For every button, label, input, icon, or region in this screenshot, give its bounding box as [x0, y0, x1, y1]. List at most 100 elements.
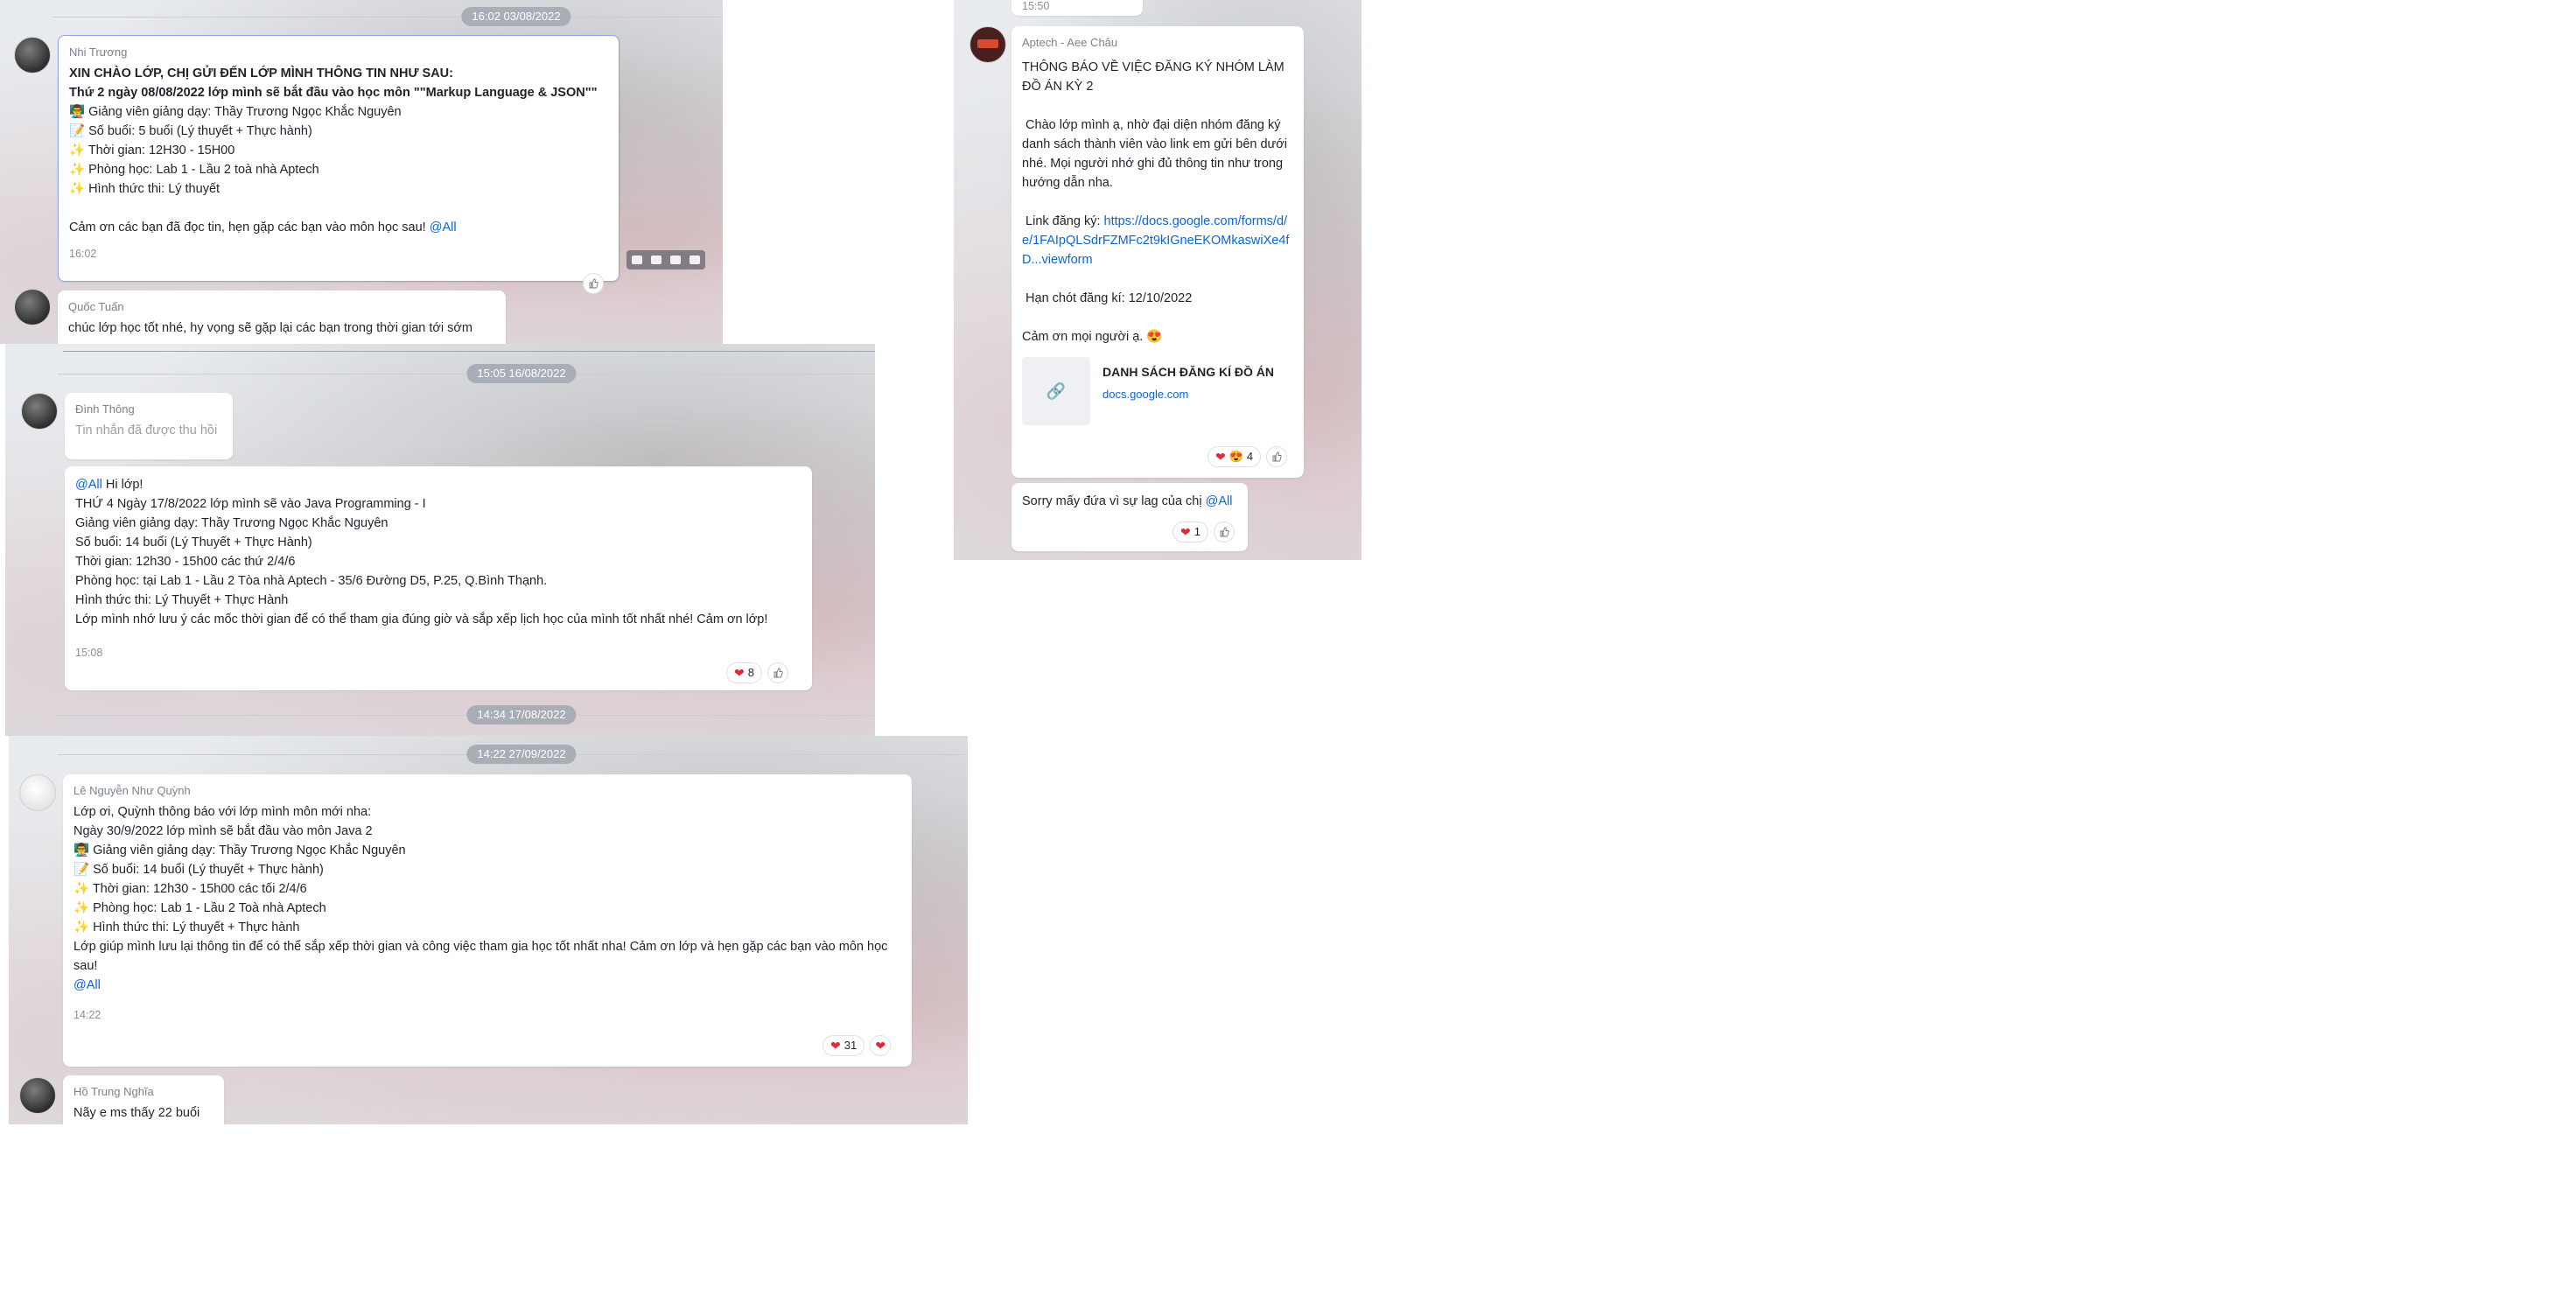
avatar[interactable]: [19, 774, 56, 811]
message-text: chúc lớp học tốt nhé, hy vọng sẽ gặp lại…: [68, 321, 473, 335]
message-bubble[interactable]: Quốc Tuấn chúc lớp học tốt nhé, hy vọng …: [58, 290, 506, 344]
avatar[interactable]: [970, 26, 1006, 63]
message-line: Lớp mình nhớ lưu ý các mốc thời gian để …: [75, 612, 768, 626]
reaction-count: 4: [1246, 450, 1254, 463]
message-line: ✨ Phòng học: Lab 1 - Lầu 2 toà nhà Aptec…: [69, 163, 319, 177]
message-text: Sorry mấy đứa vì sự lag của chị @All: [1022, 494, 1233, 508]
message-line: 📝 Số buổi: 5 buổi (Lý thuyết + Thực hành…: [69, 124, 312, 138]
sender-name[interactable]: Lê Nguyễn Như Quỳnh: [74, 783, 901, 799]
reaction-bar: ❤ 8: [726, 662, 788, 683]
message-line: ✨ Thời gian: 12h30 - 15h00 các tối 2/4/6: [74, 882, 307, 896]
message-line: THỨ 4 Ngày 17/8/2022 lớp mình sẽ vào Jav…: [75, 497, 426, 511]
date-stamp: 14:34 17/08/2022: [466, 705, 577, 724]
mention-all[interactable]: @All: [430, 220, 457, 234]
quote-icon[interactable]: [632, 256, 642, 264]
sender-name[interactable]: Aptech - Aee Châu: [1022, 35, 1293, 51]
message-bubble[interactable]: Nhi Trương XIN CHÀO LỚP, CHỊ GỬI ĐẾN LỚP…: [58, 35, 620, 282]
sender-name[interactable]: Nhi Trương: [69, 45, 608, 60]
reaction-summary[interactable]: ❤ 1: [1172, 522, 1208, 542]
like-button[interactable]: [583, 273, 604, 294]
heart-icon: ❤: [1215, 450, 1226, 464]
selection-border: [63, 351, 875, 352]
message-line: Lớp giúp mình lưu lại thông tin để có th…: [74, 940, 892, 973]
date-divider: [52, 17, 723, 18]
message-line: ✨ Phòng học: Lab 1 - Lầu 2 Toà nhà Aptec…: [74, 901, 326, 915]
message-time: 14:22: [74, 1009, 102, 1021]
message-bubble[interactable]: Aptech - Aee Châu THÔNG BÁO VỀ VIỆC ĐĂNG…: [1012, 26, 1304, 478]
message-line: @All Hi lớp!: [75, 478, 144, 492]
message-line: Hình thức thi: Lý Thuyết + Thực Hành: [75, 593, 289, 607]
date-stamp: 15:05 16/08/2022: [466, 364, 577, 383]
message-line: Giảng viên giảng dạy: Thầy Trương Ngọc K…: [75, 516, 388, 530]
like-button[interactable]: [766, 662, 788, 683]
message-line: Link đăng ký: https://docs.google.com/fo…: [1022, 214, 1290, 267]
link-preview-card[interactable]: 🔗 DANH SÁCH ĐĂNG KÍ ĐỒ ÁN docs.google.co…: [1022, 357, 1293, 425]
heart-icon: ❤: [1180, 525, 1191, 539]
chat-panel-3: 14:22 27/09/2022 Lê Nguyễn Như Quỳnh Lớp…: [9, 736, 968, 1124]
message-line: Phòng học: tại Lab 1 - Lầu 2 Tòa nhà Apt…: [75, 574, 548, 588]
message-line: 📝 Số buổi: 14 buổi (Lý thuyết + Thực hàn…: [74, 863, 324, 877]
link-preview-domain: docs.google.com: [1102, 388, 1189, 401]
reaction-count: 1: [1194, 525, 1200, 538]
chat-panel-4: 15:50 Aptech - Aee Châu THÔNG BÁO VỀ VIỆ…: [954, 0, 1362, 560]
message-bubble[interactable]: @All Hi lớp! THỨ 4 Ngày 17/8/2022 lớp mì…: [65, 466, 812, 690]
reaction-bar: ❤ 😍 4: [1208, 446, 1288, 467]
avatar[interactable]: [19, 1077, 56, 1114]
message-line: ĐỒ ÁN KỲ 2: [1022, 80, 1094, 94]
message-line: 👨‍🏫 Giảng viên giảng dạy: Thầy Trương Ng…: [69, 105, 402, 119]
reaction-bar: ❤ 31 ❤: [822, 1035, 892, 1056]
heart-icon: ❤: [830, 1039, 841, 1053]
like-button[interactable]: [1266, 446, 1288, 467]
thumbs-up-icon: [589, 278, 598, 289]
heart-icon: ❤: [875, 1038, 886, 1053]
select-icon[interactable]: [670, 256, 681, 264]
message-line: Cảm ơn các bạn đã đọc tin, hẹn gặp các b…: [69, 220, 457, 234]
message-text: Nãy e ms thấy 22 buổi: [74, 1106, 200, 1120]
message-line: ✨ Hình thức thi: Lý thuyết: [69, 182, 220, 196]
message-time: 15:08: [75, 647, 103, 659]
reaction-bar: ❤ 1: [1172, 522, 1235, 542]
reaction-count: 31: [844, 1039, 858, 1052]
forward-icon[interactable]: [651, 256, 662, 264]
message-actions-bar: [626, 250, 705, 270]
heart-icon: ❤: [734, 666, 745, 680]
message-line: Hạn chót đăng kí: 12/10/2022: [1022, 291, 1193, 305]
reaction-summary[interactable]: ❤ 8: [726, 662, 762, 683]
message-bubble[interactable]: 15:50: [1012, 0, 1143, 16]
sender-name[interactable]: Quốc Tuấn: [68, 299, 495, 315]
reaction-summary[interactable]: ❤ 😍 4: [1208, 446, 1262, 467]
message-line: Số buổi: 14 buổi (Lý Thuyết + Thực Hành): [75, 536, 312, 550]
more-icon[interactable]: [690, 256, 700, 264]
link-preview-title: DANH SÁCH ĐĂNG KÍ ĐỒ ÁN: [1102, 365, 1274, 379]
message-line: Cảm ơn mọi người ạ. 😍: [1022, 330, 1163, 344]
message-line: THÔNG BÁO VỀ VIỆC ĐĂNG KÝ NHÓM LÀM: [1022, 60, 1284, 74]
mention-all[interactable]: @All: [74, 976, 901, 995]
sender-name[interactable]: Đình Thông: [75, 402, 222, 417]
message-time: 16:02: [69, 248, 97, 260]
message-line: Thời gian: 12h30 - 15h00 các thứ 2/4/6: [75, 555, 296, 569]
message-bubble[interactable]: Đình Thông Tin nhắn đã được thu hồi: [65, 393, 233, 459]
link-icon: 🔗: [1022, 357, 1090, 425]
avatar[interactable]: [14, 37, 51, 74]
avatar[interactable]: [14, 289, 51, 326]
recalled-message-text: Tin nhắn đã được thu hồi: [75, 424, 218, 438]
thumbs-up-icon: [1272, 452, 1282, 462]
thumbs-up-icon: [1220, 527, 1229, 537]
mention-all[interactable]: @All: [1206, 494, 1233, 508]
chat-panel-2: 15:05 16/08/2022 Đình Thông Tin nhắn đã …: [5, 344, 875, 736]
like-button[interactable]: [1213, 522, 1235, 542]
avatar[interactable]: [21, 393, 58, 430]
message-bubble[interactable]: Lê Nguyễn Như Quỳnh Lớp ơi, Quỳnh thông …: [63, 774, 912, 1067]
chat-panel-1: 16:02 03/08/2022 Nhi Trương XIN CHÀO LỚP…: [0, 0, 723, 344]
heart-react-button[interactable]: ❤: [870, 1035, 892, 1056]
sender-name[interactable]: Hồ Trung Nghĩa: [74, 1084, 214, 1100]
message-line: 👨‍🏫 Giảng viên giảng dạy: Thầy Trương Ng…: [74, 844, 406, 858]
message-line: Thứ 2 ngày 08/08/2022 lớp mình sẽ bắt đầ…: [69, 86, 598, 100]
message-bubble[interactable]: Hồ Trung Nghĩa Nãy e ms thấy 22 buổi: [63, 1075, 224, 1124]
mention-all[interactable]: @All: [75, 478, 102, 492]
reaction-summary[interactable]: ❤ 31: [822, 1035, 865, 1056]
reaction-count: 8: [747, 666, 754, 679]
thumbs-up-icon: [774, 668, 783, 678]
date-stamp: 14:22 27/09/2022: [466, 745, 577, 764]
heart-eyes-icon: 😍: [1228, 450, 1243, 463]
